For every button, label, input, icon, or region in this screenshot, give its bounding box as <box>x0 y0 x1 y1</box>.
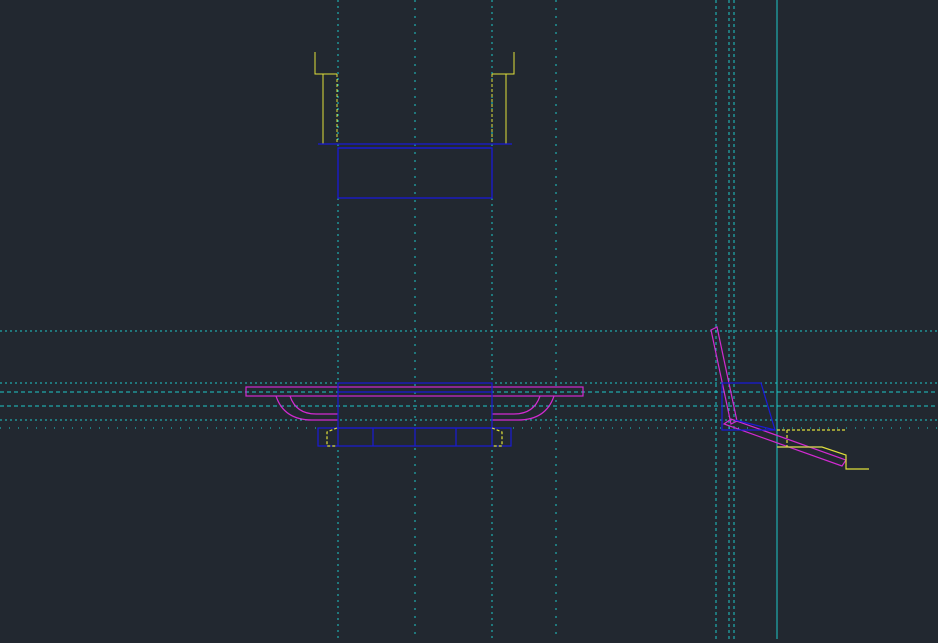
right-armrest-curve <box>492 395 555 421</box>
left-armrest-curve <box>275 395 338 421</box>
left-armrest-curve-inner <box>289 395 338 415</box>
top-frame-body <box>337 147 493 199</box>
cad-drawing-viewport[interactable] <box>0 0 938 639</box>
cad-drawing-svg[interactable] <box>0 0 938 639</box>
construction-guides <box>0 0 938 639</box>
chair-seat-profile <box>722 418 847 467</box>
right-leg-outline <box>491 427 503 447</box>
chair-backrest-profile <box>710 326 738 425</box>
left-leg-outline <box>326 427 338 447</box>
chair-step-outline <box>777 446 869 470</box>
left-post-outline <box>314 52 324 144</box>
side-view-chair <box>710 326 869 470</box>
right-post-outline <box>505 52 515 144</box>
right-armrest-curve-inner <box>492 395 541 415</box>
chair-frame-diagonal <box>734 419 776 431</box>
